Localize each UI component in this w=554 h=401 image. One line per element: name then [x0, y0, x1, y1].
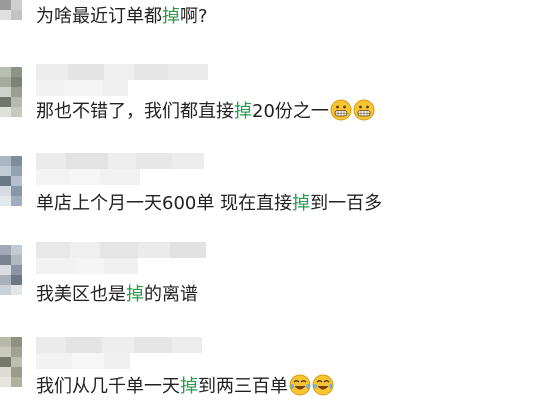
comment-text: 我美区也是掉的离谱: [36, 284, 198, 306]
avatar[interactable]: [0, 67, 22, 117]
comment-keyword: 掉: [126, 284, 144, 305]
pixelated-username: [36, 153, 204, 169]
pixelated-username: [36, 337, 202, 353]
grinning-face-icon: [330, 99, 352, 121]
comment-text-after: 的离谱: [144, 284, 198, 305]
pixelated-username: [36, 64, 208, 80]
comment-text-before: 我美区也是: [36, 284, 126, 305]
avatar[interactable]: [0, 337, 22, 387]
comment-text-after: 20份之一: [252, 101, 329, 122]
avatar[interactable]: [0, 245, 22, 295]
comment-keyword: 掉: [292, 193, 311, 214]
crying-laughing-icon: [289, 374, 311, 396]
comment-text-before: 为啥最近订单都: [36, 6, 162, 27]
pixelated-meta: [36, 353, 130, 369]
comment-text-after: 啊?: [180, 6, 208, 27]
comment-feed: 为啥最近订单都掉啊? 那也不错了，我们都直接掉20份之一 单店上个月一天600单…: [0, 0, 554, 401]
comment-keyword: 掉: [162, 6, 180, 27]
comment-text-after: 到两三百单: [198, 376, 288, 397]
pixelated-username: [36, 242, 206, 258]
comment-text-before: 那也不错了，我们都直接: [36, 101, 234, 122]
comment-text: 单店上个月一天600单 现在直接掉到一百多: [36, 193, 382, 215]
avatar[interactable]: [0, 0, 22, 20]
crying-laughing-icon: [312, 374, 334, 396]
pixelated-meta: [36, 258, 138, 274]
grinning-face-icon: [353, 99, 375, 121]
comment-keyword: 掉: [180, 376, 198, 397]
comment-text: 那也不错了，我们都直接掉20份之一: [36, 99, 375, 123]
comment-keyword: 掉: [234, 101, 252, 122]
comment-text: 我们从几千单一天掉到两三百单: [36, 374, 334, 398]
avatar[interactable]: [0, 156, 22, 206]
pixelated-meta: [36, 169, 140, 185]
comment-text: 为啥最近订单都掉啊?: [36, 6, 208, 28]
comment-text-after: 到一百多: [310, 193, 383, 214]
comment-text-before: 我们从几千单一天: [36, 376, 180, 397]
comment-text-before: 单店上个月一天600单 现在直接: [36, 193, 293, 214]
pixelated-meta: [36, 80, 128, 96]
